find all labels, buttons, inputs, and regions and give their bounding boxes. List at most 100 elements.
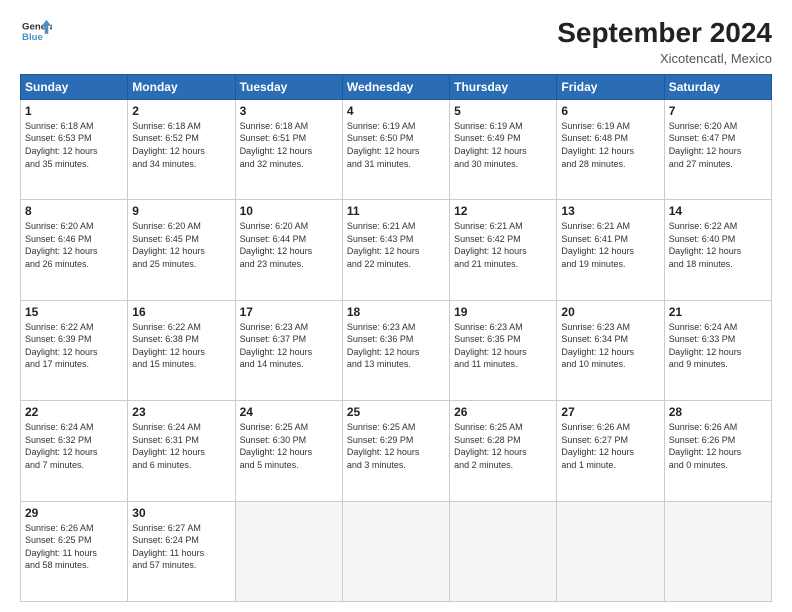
day-info: Sunrise: 6:19 AMSunset: 6:48 PMDaylight:… [561, 120, 659, 170]
day-number: 12 [454, 204, 552, 218]
calendar-cell: 6 Sunrise: 6:19 AMSunset: 6:48 PMDaylight… [557, 99, 664, 199]
day-number: 7 [669, 104, 767, 118]
day-of-week-header: Friday [557, 74, 664, 99]
day-info: Sunrise: 6:26 AMSunset: 6:27 PMDaylight:… [561, 421, 659, 471]
calendar-cell: 10 Sunrise: 6:20 AMSunset: 6:44 PMDayligh… [235, 200, 342, 300]
calendar-cell: 1 Sunrise: 6:18 AMSunset: 6:53 PMDaylight… [21, 99, 128, 199]
day-info: Sunrise: 6:26 AMSunset: 6:26 PMDaylight:… [669, 421, 767, 471]
day-number: 10 [240, 204, 338, 218]
day-number: 2 [132, 104, 230, 118]
day-number: 1 [25, 104, 123, 118]
calendar-cell: 4 Sunrise: 6:19 AMSunset: 6:50 PMDaylight… [342, 99, 449, 199]
day-info: Sunrise: 6:21 AMSunset: 6:42 PMDaylight:… [454, 220, 552, 270]
day-info: Sunrise: 6:23 AMSunset: 6:35 PMDaylight:… [454, 321, 552, 371]
svg-text:Blue: Blue [22, 32, 43, 43]
calendar-cell: 12 Sunrise: 6:21 AMSunset: 6:42 PMDayligh… [450, 200, 557, 300]
day-number: 24 [240, 405, 338, 419]
day-number: 28 [669, 405, 767, 419]
title-block: September 2024 Xicotencatl, Mexico [557, 18, 772, 66]
calendar-cell: 20 Sunrise: 6:23 AMSunset: 6:34 PMDayligh… [557, 300, 664, 400]
calendar: SundayMondayTuesdayWednesdayThursdayFrid… [20, 74, 772, 602]
calendar-cell [235, 501, 342, 601]
logo-icon: General Blue [20, 18, 52, 46]
calendar-cell: 23 Sunrise: 6:24 AMSunset: 6:31 PMDayligh… [128, 401, 235, 501]
calendar-cell: 3 Sunrise: 6:18 AMSunset: 6:51 PMDaylight… [235, 99, 342, 199]
day-info: Sunrise: 6:22 AMSunset: 6:40 PMDaylight:… [669, 220, 767, 270]
day-number: 9 [132, 204, 230, 218]
day-info: Sunrise: 6:23 AMSunset: 6:36 PMDaylight:… [347, 321, 445, 371]
calendar-cell [342, 501, 449, 601]
calendar-cell: 17 Sunrise: 6:23 AMSunset: 6:37 PMDayligh… [235, 300, 342, 400]
calendar-cell: 30 Sunrise: 6:27 AMSunset: 6:24 PMDayligh… [128, 501, 235, 601]
calendar-cell: 22 Sunrise: 6:24 AMSunset: 6:32 PMDayligh… [21, 401, 128, 501]
day-info: Sunrise: 6:21 AMSunset: 6:43 PMDaylight:… [347, 220, 445, 270]
day-info: Sunrise: 6:25 AMSunset: 6:29 PMDaylight:… [347, 421, 445, 471]
day-number: 14 [669, 204, 767, 218]
day-of-week-header: Monday [128, 74, 235, 99]
calendar-cell: 2 Sunrise: 6:18 AMSunset: 6:52 PMDaylight… [128, 99, 235, 199]
header: General Blue September 2024 Xicotencatl,… [20, 18, 772, 66]
calendar-cell: 9 Sunrise: 6:20 AMSunset: 6:45 PMDaylight… [128, 200, 235, 300]
calendar-cell: 8Sunrise: 6:20 AMSunset: 6:46 PMDaylight… [21, 200, 128, 300]
day-number: 23 [132, 405, 230, 419]
calendar-cell [664, 501, 771, 601]
day-number: 30 [132, 506, 230, 520]
day-info: Sunrise: 6:18 AMSunset: 6:52 PMDaylight:… [132, 120, 230, 170]
calendar-cell: 13 Sunrise: 6:21 AMSunset: 6:41 PMDayligh… [557, 200, 664, 300]
day-of-week-header: Sunday [21, 74, 128, 99]
day-number: 29 [25, 506, 123, 520]
day-number: 16 [132, 305, 230, 319]
day-info: Sunrise: 6:24 AMSunset: 6:32 PMDaylight:… [25, 421, 123, 471]
day-number: 21 [669, 305, 767, 319]
day-number: 6 [561, 104, 659, 118]
day-info: Sunrise: 6:20 AMSunset: 6:45 PMDaylight:… [132, 220, 230, 270]
calendar-cell: 5 Sunrise: 6:19 AMSunset: 6:49 PMDaylight… [450, 99, 557, 199]
day-info: Sunrise: 6:19 AMSunset: 6:49 PMDaylight:… [454, 120, 552, 170]
day-of-week-header: Saturday [664, 74, 771, 99]
day-info: Sunrise: 6:20 AMSunset: 6:46 PMDaylight:… [25, 220, 123, 270]
month-title: September 2024 [557, 18, 772, 49]
day-info: Sunrise: 6:19 AMSunset: 6:50 PMDaylight:… [347, 120, 445, 170]
day-info: Sunrise: 6:24 AMSunset: 6:31 PMDaylight:… [132, 421, 230, 471]
calendar-cell: 24 Sunrise: 6:25 AMSunset: 6:30 PMDayligh… [235, 401, 342, 501]
day-number: 13 [561, 204, 659, 218]
day-info: Sunrise: 6:22 AMSunset: 6:38 PMDaylight:… [132, 321, 230, 371]
calendar-cell: 16 Sunrise: 6:22 AMSunset: 6:38 PMDayligh… [128, 300, 235, 400]
day-info: Sunrise: 6:25 AMSunset: 6:28 PMDaylight:… [454, 421, 552, 471]
day-of-week-header: Thursday [450, 74, 557, 99]
calendar-cell: 7Sunrise: 6:20 AMSunset: 6:47 PMDaylight… [664, 99, 771, 199]
day-info: Sunrise: 6:23 AMSunset: 6:34 PMDaylight:… [561, 321, 659, 371]
calendar-cell: 18 Sunrise: 6:23 AMSunset: 6:36 PMDayligh… [342, 300, 449, 400]
calendar-cell [557, 501, 664, 601]
day-number: 25 [347, 405, 445, 419]
day-number: 22 [25, 405, 123, 419]
day-number: 26 [454, 405, 552, 419]
day-number: 11 [347, 204, 445, 218]
day-of-week-header: Wednesday [342, 74, 449, 99]
day-number: 5 [454, 104, 552, 118]
calendar-cell [450, 501, 557, 601]
day-number: 18 [347, 305, 445, 319]
calendar-cell: 25 Sunrise: 6:25 AMSunset: 6:29 PMDayligh… [342, 401, 449, 501]
day-number: 4 [347, 104, 445, 118]
calendar-cell: 15Sunrise: 6:22 AMSunset: 6:39 PMDayligh… [21, 300, 128, 400]
calendar-cell: 28 Sunrise: 6:26 AMSunset: 6:26 PMDayligh… [664, 401, 771, 501]
day-info: Sunrise: 6:18 AMSunset: 6:53 PMDaylight:… [25, 120, 123, 170]
day-number: 20 [561, 305, 659, 319]
day-number: 17 [240, 305, 338, 319]
calendar-cell: 21 Sunrise: 6:24 AMSunset: 6:33 PMDayligh… [664, 300, 771, 400]
day-info: Sunrise: 6:25 AMSunset: 6:30 PMDaylight:… [240, 421, 338, 471]
day-info: Sunrise: 6:18 AMSunset: 6:51 PMDaylight:… [240, 120, 338, 170]
day-info: Sunrise: 6:23 AMSunset: 6:37 PMDaylight:… [240, 321, 338, 371]
day-info: Sunrise: 6:26 AMSunset: 6:25 PMDaylight:… [25, 522, 123, 572]
day-of-week-header: Tuesday [235, 74, 342, 99]
page: General Blue September 2024 Xicotencatl,… [0, 0, 792, 612]
day-info: Sunrise: 6:22 AMSunset: 6:39 PMDaylight:… [25, 321, 123, 371]
day-info: Sunrise: 6:24 AMSunset: 6:33 PMDaylight:… [669, 321, 767, 371]
day-info: Sunrise: 6:20 AMSunset: 6:44 PMDaylight:… [240, 220, 338, 270]
day-info: Sunrise: 6:21 AMSunset: 6:41 PMDaylight:… [561, 220, 659, 270]
calendar-cell: 26 Sunrise: 6:25 AMSunset: 6:28 PMDayligh… [450, 401, 557, 501]
logo: General Blue [20, 18, 52, 46]
day-number: 3 [240, 104, 338, 118]
day-info: Sunrise: 6:27 AMSunset: 6:24 PMDaylight:… [132, 522, 230, 572]
